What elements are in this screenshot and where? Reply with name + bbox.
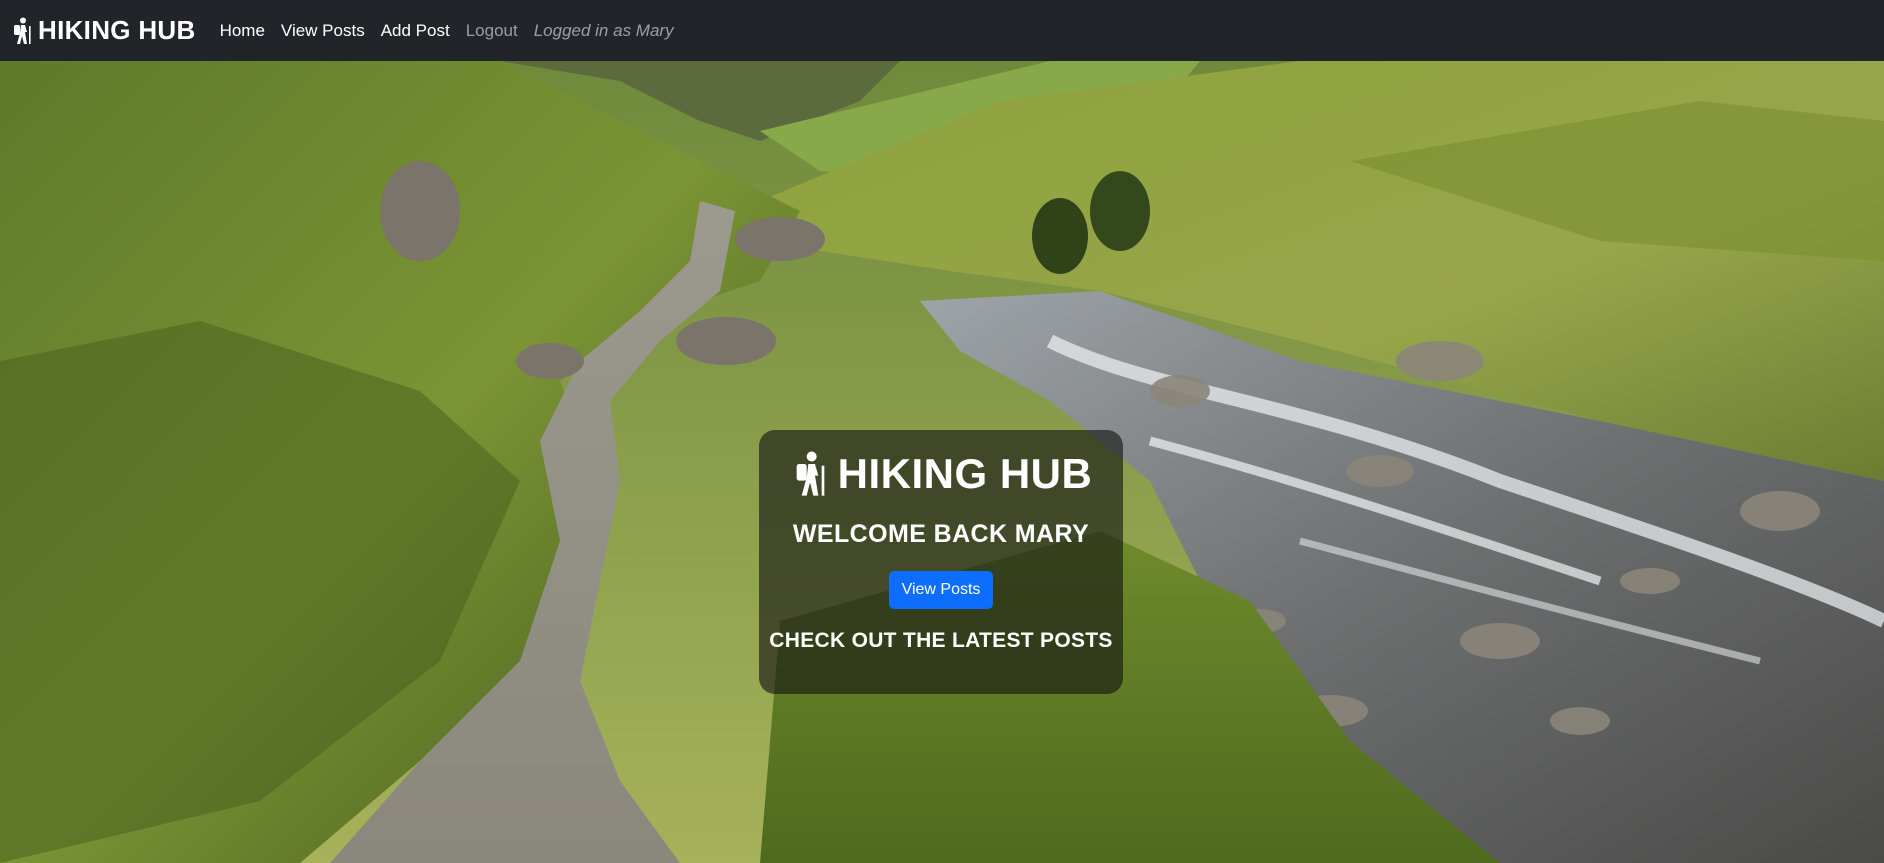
hero-brand: HIKING HUB bbox=[759, 444, 1123, 504]
nav-view-posts-link[interactable]: View Posts bbox=[281, 21, 365, 41]
nav-links: Home View Posts Add Post Logout Logged i… bbox=[220, 21, 690, 41]
brand-name: HIKING HUB bbox=[38, 15, 196, 45]
welcome-card: HIKING HUB WELCOME BACK MARY View Posts … bbox=[759, 430, 1123, 694]
hero-tagline: CHECK OUT THE LATEST POSTS bbox=[769, 629, 1113, 652]
view-posts-button[interactable]: View Posts bbox=[888, 571, 994, 609]
nav-add-post-link[interactable]: Add Post bbox=[381, 21, 450, 41]
hero-section: HIKING HUB WELCOME BACK MARY View Posts … bbox=[0, 61, 1884, 863]
login-status: Logged in as Mary bbox=[533, 20, 674, 40]
nav-home-link[interactable]: Home bbox=[220, 21, 265, 41]
nav-logout-link[interactable]: Logout bbox=[466, 21, 518, 41]
welcome-heading: WELCOME BACK MARY bbox=[792, 520, 1090, 548]
top-navbar: HIKING HUB Home View Posts Add Post Logo… bbox=[0, 0, 1884, 61]
hiker-icon bbox=[796, 451, 824, 496]
hero-title: HIKING HUB bbox=[837, 450, 1093, 497]
navbar-brand[interactable]: HIKING HUB bbox=[10, 15, 196, 46]
hiker-icon bbox=[14, 17, 31, 44]
